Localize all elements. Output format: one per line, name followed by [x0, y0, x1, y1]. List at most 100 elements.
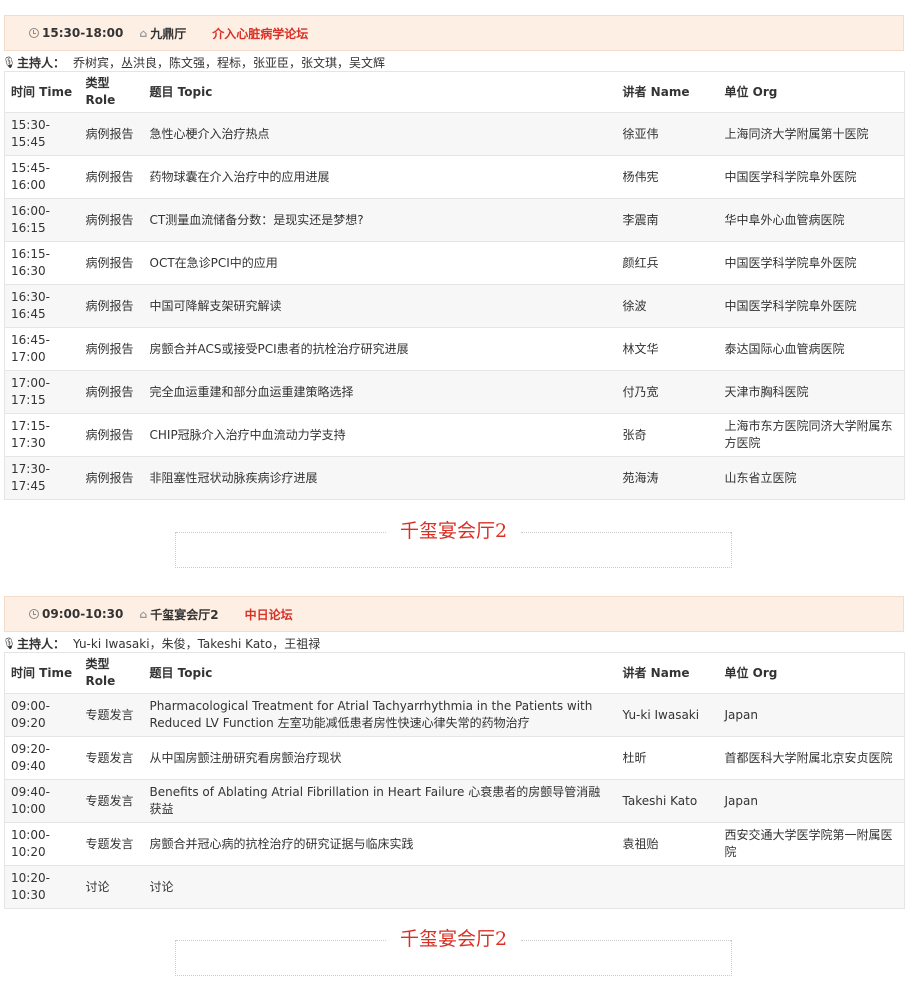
cell-org: 华中阜外心血管病医院: [718, 198, 905, 242]
cell-org: [718, 865, 905, 909]
cell-speaker: Yu-ki Iwasaki: [616, 693, 719, 737]
cell-org: 首都医科大学附属北京安贞医院: [718, 736, 905, 780]
header-role: 类型 Role: [79, 652, 144, 694]
cell-time: 09:40-10:00: [4, 779, 80, 823]
table-row: 16:30-16:45 病例报告 中国可降解支架研究解读 徐波 中国医学科学院阜外医院: [4, 284, 905, 328]
cell-role: 病例报告: [79, 370, 144, 414]
cell-speaker: [616, 865, 719, 909]
cell-role: 病例报告: [79, 327, 144, 371]
cell-role: 病例报告: [79, 198, 144, 242]
header-topic: 题目 Topic: [143, 71, 617, 113]
cell-topic: 非阻塞性冠状动脉疾病诊疗进展: [143, 456, 617, 500]
cell-org: Japan: [718, 693, 905, 737]
table-row: 16:15-16:30 病例报告 OCT在急诊PCI中的应用 颜红兵 中国医学科学院阜外…: [4, 241, 905, 285]
table-header-row: 时间 Time 类型 Role 题目 Topic 讲者 Name 单位 Org: [4, 652, 905, 694]
cell-topic: Benefits of Ablating Atrial Fibrillation…: [143, 779, 617, 823]
session-room: ⌂ 九鼎厅: [139, 26, 187, 41]
cell-org: Japan: [718, 779, 905, 823]
home-icon: ⌂: [139, 607, 148, 621]
cell-org: 西安交通大学医学院第一附属医院: [718, 822, 905, 866]
cell-org: 天津市胸科医院: [718, 370, 905, 414]
cell-topic: CHIP冠脉介入治疗中血流动力学支持: [143, 413, 617, 457]
hosts-line: 🎙︎ 主持人： Yu-ki Iwasaki，朱俊，Takeshi Kato，王祖…: [2, 634, 904, 652]
schedule-table: 时间 Time 类型 Role 题目 Topic 讲者 Name 单位 Org …: [4, 71, 905, 500]
cell-speaker: 袁祖贻: [616, 822, 719, 866]
cell-time: 15:30-15:45: [4, 112, 80, 156]
cell-speaker: 颜红兵: [616, 241, 719, 285]
room-banner-title: 千玺宴会厅2: [399, 928, 508, 950]
cell-org: 上海同济大学附属第十医院: [718, 112, 905, 156]
forum-title[interactable]: 介入心脏病学论坛: [212, 25, 308, 42]
header-time: 时间 Time: [4, 652, 80, 694]
cell-role: 病例报告: [79, 413, 144, 457]
cell-time: 09:20-09:40: [4, 736, 80, 780]
table-row: 09:40-10:00 专题发言 Benefits of Ablating Atri…: [4, 779, 905, 823]
cell-speaker: 付乃宽: [616, 370, 719, 414]
cell-topic: 中国可降解支架研究解读: [143, 284, 617, 328]
cell-role: 病例报告: [79, 241, 144, 285]
room-banner: 千玺宴会厅2: [175, 928, 732, 976]
cell-time: 15:45-16:00: [4, 155, 80, 199]
cell-org: 中国医学科学院阜外医院: [718, 241, 905, 285]
cell-role: 病例报告: [79, 112, 144, 156]
cell-speaker: Takeshi Kato: [616, 779, 719, 823]
table-row: 09:20-09:40 专题发言 从中国房颤注册研究看房颤治疗现状 杜昕 首都医科大学附…: [4, 736, 905, 780]
table-row: 17:00-17:15 病例报告 完全血运重建和部分血运重建策略选择 付乃宽 天津市胸科…: [4, 370, 905, 414]
table-row: 09:00-09:20 专题发言 Pharmacological Treatment…: [4, 693, 905, 737]
cell-time: 09:00-09:20: [4, 693, 80, 737]
cell-topic: CT测量血流储备分数：是现实还是梦想?: [143, 198, 617, 242]
clock-icon: [29, 609, 39, 619]
cell-speaker: 杜昕: [616, 736, 719, 780]
cell-speaker: 李震南: [616, 198, 719, 242]
cell-speaker: 张奇: [616, 413, 719, 457]
cell-time: 17:00-17:15: [4, 370, 80, 414]
cell-speaker: 苑海涛: [616, 456, 719, 500]
host-names: Yu-ki Iwasaki，朱俊，Takeshi Kato，王祖禄: [72, 636, 321, 651]
cell-role: 病例报告: [79, 155, 144, 199]
cell-role: 专题发言: [79, 693, 144, 737]
cell-time: 17:15-17:30: [4, 413, 80, 457]
session-header: 15:30-18:00 ⌂ 九鼎厅 介入心脏病学论坛: [4, 15, 904, 51]
cell-org: 中国医学科学院阜外医院: [718, 155, 905, 199]
table-row: 17:15-17:30 病例报告 CHIP冠脉介入治疗中血流动力学支持 张奇 上海市东方…: [4, 413, 905, 457]
cell-role: 专题发言: [79, 822, 144, 866]
forum-title[interactable]: 中日论坛: [245, 606, 293, 623]
cell-org: 中国医学科学院阜外医院: [718, 284, 905, 328]
table-row: 10:20-10:30 讨论 讨论: [4, 865, 905, 909]
session-time: 09:00-10:30: [29, 607, 123, 621]
cell-topic: 讨论: [143, 865, 617, 909]
table-row: 17:30-17:45 病例报告 非阻塞性冠状动脉疾病诊疗进展 苑海涛 山东省立医院: [4, 456, 905, 500]
session-header: 09:00-10:30 ⌂ 千玺宴会厅2 中日论坛: [4, 596, 904, 632]
host-label: 主持人：: [16, 55, 65, 70]
cell-topic: 房颤合并ACS或接受PCI患者的抗栓治疗研究进展: [143, 327, 617, 371]
cell-role: 病例报告: [79, 456, 144, 500]
session-time: 15:30-18:00: [29, 26, 123, 40]
cell-topic: 急性心梗介入治疗热点: [143, 112, 617, 156]
cell-org: 上海市东方医院同济大学附属东方医院: [718, 413, 905, 457]
clock-icon: [29, 28, 39, 38]
cell-topic: 药物球囊在介入治疗中的应用进展: [143, 155, 617, 199]
cell-topic: 完全血运重建和部分血运重建策略选择: [143, 370, 617, 414]
header-org: 单位 Org: [718, 652, 905, 694]
cell-speaker: 杨伟宪: [616, 155, 719, 199]
table-row: 15:45-16:00 病例报告 药物球囊在介入治疗中的应用进展 杨伟宪 中国医学科学院…: [4, 155, 905, 199]
table-row: 10:00-10:20 专题发言 房颤合并冠心病的抗栓治疗的研究证据与临床实践 袁祖贻…: [4, 822, 905, 866]
header-org: 单位 Org: [718, 71, 905, 113]
cell-time: 10:20-10:30: [4, 865, 80, 909]
table-row: 15:30-15:45 病例报告 急性心梗介入治疗热点 徐亚伟 上海同济大学附属第十医院: [4, 112, 905, 156]
table-row: 16:00-16:15 病例报告 CT测量血流储备分数：是现实还是梦想? 李震南 华中阜…: [4, 198, 905, 242]
cell-time: 17:30-17:45: [4, 456, 80, 500]
schedule-table: 时间 Time 类型 Role 题目 Topic 讲者 Name 单位 Org …: [4, 652, 905, 909]
header-speaker: 讲者 Name: [616, 652, 719, 694]
session-block: 09:00-10:30 ⌂ 千玺宴会厅2 中日论坛 🎙︎ 主持人： Yu-ki …: [2, 596, 905, 909]
room-banner-title: 千玺宴会厅2: [399, 520, 508, 542]
microphone-icon: 🎙︎: [2, 636, 16, 650]
cell-time: 16:15-16:30: [4, 241, 80, 285]
header-time: 时间 Time: [4, 71, 80, 113]
microphone-icon: 🎙︎: [2, 55, 16, 69]
cell-speaker: 徐波: [616, 284, 719, 328]
header-speaker: 讲者 Name: [616, 71, 719, 113]
cell-time: 16:45-17:00: [4, 327, 80, 371]
cell-org: 泰达国际心血管病医院: [718, 327, 905, 371]
cell-topic: 房颤合并冠心病的抗栓治疗的研究证据与临床实践: [143, 822, 617, 866]
